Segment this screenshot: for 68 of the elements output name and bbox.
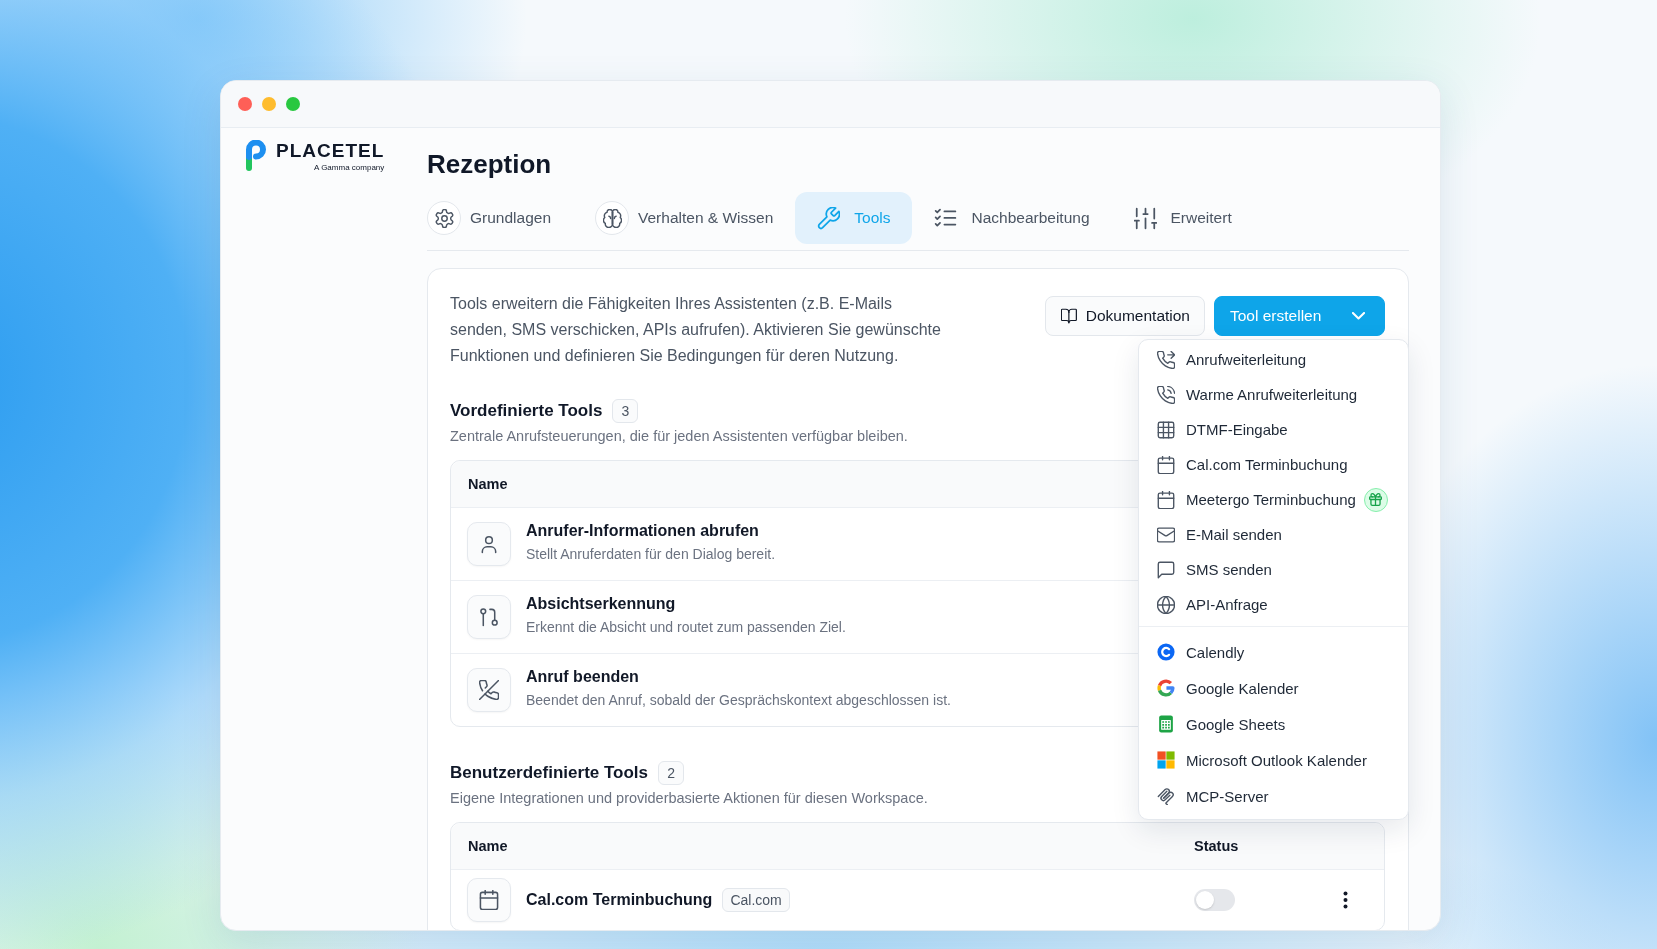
menu-item[interactable]: Warme Anrufweiterleitung (1139, 377, 1408, 412)
column-header: Name (468, 476, 508, 492)
four-squares-icon (1157, 751, 1175, 769)
branch-icon (467, 595, 511, 639)
c-logo-icon (1157, 643, 1175, 661)
paperclip-icon (1157, 787, 1175, 805)
person-icon (467, 522, 511, 566)
brand-tagline: A Gamma company (314, 163, 385, 173)
more-vertical-icon[interactable] (1342, 891, 1348, 909)
tool-name: Anrufer-Informationen abrufen (526, 521, 759, 541)
menu-item[interactable]: Google Kalender (1139, 670, 1408, 706)
book-icon (1061, 308, 1077, 324)
tool-name: Anruf beenden (526, 667, 639, 687)
column-header: Name (468, 838, 508, 854)
logo-mark-icon (245, 140, 267, 171)
section-subtitle: Zentrale Anrufsteuerungen, die für jeden Assistenten verfügbar bleiben. (450, 427, 908, 446)
phone-arrow-icon (1157, 350, 1175, 369)
window-close-icon[interactable] (238, 97, 252, 111)
count-badge: 2 (658, 761, 685, 785)
page-title: Rezeption (427, 148, 552, 180)
g-logo-icon (1157, 679, 1175, 697)
tool-name: Absichtserkennung (526, 594, 676, 614)
chevron-down-icon (1352, 312, 1365, 320)
spreadsheet-icon (1157, 715, 1175, 733)
window-maximize-icon[interactable] (286, 97, 300, 111)
grid-icon (1157, 420, 1175, 439)
wrench-icon (817, 206, 841, 230)
calendar-icon (467, 878, 511, 922)
window-minimize-icon[interactable] (262, 97, 276, 111)
menu-item[interactable]: E-Mail senden (1139, 517, 1408, 552)
documentation-button[interactable]: Dokumentation (1045, 296, 1205, 336)
tab[interactable]: Erweitert (1111, 192, 1254, 244)
menu-item[interactable]: MCP-Server (1139, 778, 1408, 814)
calendar-icon (1157, 490, 1175, 509)
tab[interactable]: Nachbearbeitung (912, 192, 1112, 244)
menu-item[interactable]: Microsoft Outlook Kalender (1139, 742, 1408, 778)
section-title: Benutzerdefinierte Tools (450, 762, 649, 784)
section-title: Vordefinierte Tools (450, 400, 603, 422)
tool-description: Beendet den Anruf, sobald der Gesprächskontext abgeschlossen ist. (526, 691, 951, 710)
tab[interactable]: Verhalten & Wissen (573, 192, 796, 244)
menu-item[interactable]: API-Anfrage (1139, 587, 1408, 622)
provider-tag: Cal.com (722, 888, 790, 912)
section-subtitle: Eigene Integrationen und providerbasierte Aktionen für diesen Workspace. (450, 789, 928, 808)
menu-item[interactable]: Meetergo Terminbuchung (1139, 482, 1408, 517)
brand-name: PLACETEL (276, 140, 385, 162)
phone-waves-icon (1157, 385, 1175, 404)
menu-item[interactable]: Cal.com Terminbuchung (1139, 447, 1408, 482)
globe-icon (1157, 595, 1175, 614)
toggle-switch[interactable] (1194, 889, 1235, 911)
tool-description: Stellt Anruferdaten für den Dialog bereit. (526, 545, 776, 564)
chat-bubble-icon (1157, 560, 1175, 579)
menu-item[interactable]: DTMF-Eingabe (1139, 412, 1408, 447)
envelope-icon (1157, 525, 1175, 544)
menu-item[interactable]: Anrufweiterleitung (1139, 342, 1408, 377)
tab[interactable]: Grundlagen (405, 192, 573, 244)
column-header: Status (1194, 838, 1239, 854)
menu-item[interactable]: SMS senden (1139, 552, 1408, 587)
brain-icon (595, 201, 629, 235)
menu-item[interactable]: Calendly (1139, 634, 1408, 670)
tool-name: Cal.com Terminbuchung (526, 890, 713, 910)
settings-icon (427, 201, 461, 235)
sliders-icon (1133, 206, 1157, 230)
menu-item[interactable]: Google Sheets (1139, 706, 1408, 742)
phone-slash-icon (467, 668, 511, 712)
calendar-icon (1157, 455, 1175, 474)
intro-text: Tools erweitern die Fähigkeiten Ihres Assistenten (z.B. E-Mails senden, SMS verschicken, APIs aufrufen). Aktivieren Sie gewünschte Funktionen und definieren Sie Bedingungen für deren Nutzung. (450, 294, 942, 366)
tool-description: Erkennt die Absicht und routet zum passenden Ziel. (526, 618, 846, 637)
count-badge: 3 (612, 399, 639, 423)
